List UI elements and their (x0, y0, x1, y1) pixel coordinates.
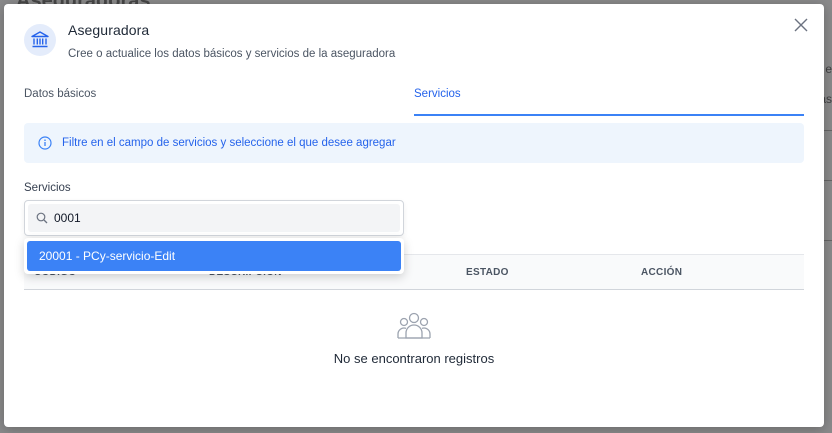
column-header-accion: ACCIÓN (641, 267, 683, 278)
modal-title: Aseguradora (68, 22, 150, 38)
search-icon (36, 212, 48, 224)
users-icon (397, 312, 431, 339)
bank-icon (24, 24, 56, 56)
tab-datos-basicos[interactable]: Datos básicos (24, 88, 96, 100)
close-icon (794, 18, 808, 32)
services-label: Servicios (24, 182, 71, 194)
insurer-modal: Aseguradora Cree o actualice los datos b… (4, 4, 824, 427)
info-text: Filtre en el campo de servicios y selecc… (62, 137, 396, 149)
active-tab-indicator (414, 114, 804, 116)
dropdown-option[interactable]: 20001 - PCy-servicio-Edit (27, 241, 401, 271)
empty-state: No se encontraron registros (24, 310, 804, 366)
empty-message: No se encontraron registros (333, 351, 495, 366)
tab-bar: Datos básicos Servicios (24, 84, 804, 116)
close-button[interactable] (792, 16, 810, 34)
services-dropdown: 20001 - PCy-servicio-Edit (24, 238, 404, 274)
info-icon (38, 136, 52, 150)
services-search-input[interactable] (54, 211, 354, 225)
info-banner: Filtre en el campo de servicios y selecc… (24, 123, 804, 163)
modal-header: Aseguradora Cree o actualice los datos b… (24, 22, 396, 60)
services-search-field[interactable] (24, 200, 404, 236)
background-right-text: e (825, 62, 832, 76)
tab-servicios[interactable]: Servicios (414, 88, 461, 100)
column-header-estado[interactable]: ESTADO (466, 267, 509, 278)
modal-subtitle: Cree o actualice los datos básicos y ser… (68, 48, 396, 60)
